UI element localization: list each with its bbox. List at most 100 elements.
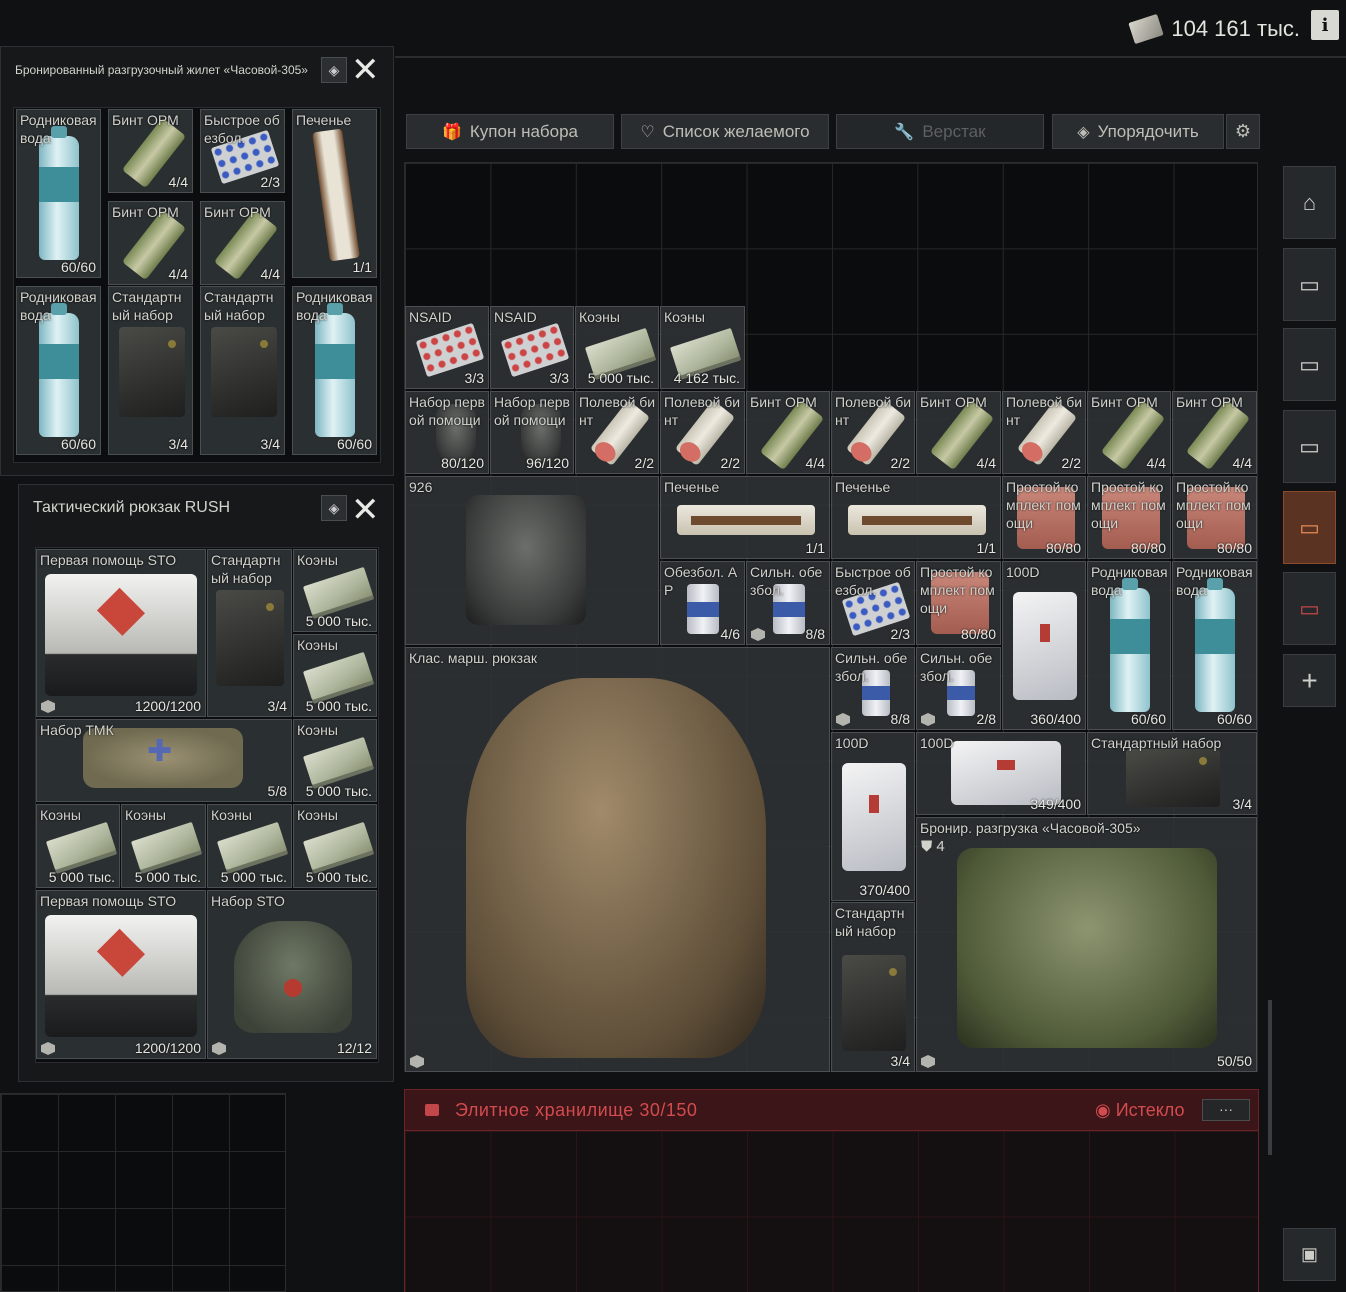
close-icon[interactable]: ✕ [351,53,380,87]
rush-item[interactable]: Первая помощь STO 1200/1200 [36,890,206,1059]
wishlist-button[interactable]: ♡ Список желаемого [621,114,829,149]
item-count: 1200/1200 [134,1040,201,1056]
chest-rig-icon [466,495,586,625]
rig-item[interactable]: Бинт ОРМ 4/4 [108,109,193,193]
rig-item[interactable]: Бинт ОРМ 4/4 [200,201,285,285]
stash-item[interactable]: Полевой бинт 2/2 [575,391,659,474]
rig-item[interactable]: Стандартный набор 3/4 [200,286,285,455]
rush-item[interactable]: Набор ТМК 5/8 [36,719,292,802]
item-name: Полевой бинт [664,394,741,428]
stash-tab-active-icon[interactable]: ▭ [1283,491,1336,564]
item-name: Бинт ОРМ [750,394,817,410]
elite-storage-header[interactable]: Элитное хранилище 30/150 ◉ Истекло ··· [404,1089,1259,1131]
stash-item[interactable]: Сильн. обезбол. 8/8 [831,647,915,730]
info-button[interactable]: i [1311,10,1339,40]
safe-icon[interactable]: ▣ [1283,1228,1336,1281]
stash-item[interactable]: Бинт ОРМ 4/4 [746,391,830,474]
stash-item[interactable]: Бронир. разгрузка «Часовой-305» ⛊ 4 50/50 [916,817,1257,1072]
stash-item[interactable]: Бинт ОРМ 4/4 [1172,391,1257,474]
sort-settings-gear-icon[interactable]: ⚙ [1226,114,1260,149]
stash-item[interactable]: 100D 370/400 [831,732,915,901]
rig-item[interactable]: Быстрое обезбол. 2/3 [200,109,285,193]
stash-item[interactable]: Коэны 4 162 тыс. [660,306,745,389]
add-tab-button[interactable]: + [1283,654,1336,707]
stash-item[interactable]: Полевой бинт 2/2 [831,391,915,474]
stash-scrollbar[interactable] [1268,1000,1272,1155]
stash-item[interactable]: Бинт ОРМ 4/4 [1087,391,1171,474]
stash-item[interactable]: Клас. марш. рюкзак [405,647,830,1072]
stash-item[interactable]: 926 [405,476,659,645]
standard-kit-icon [119,327,185,417]
stash-item[interactable]: Родниковая вода 60/60 [1087,561,1171,730]
item-count: 8/8 [805,626,825,642]
stash-item[interactable]: Простой комплект помощи 80/80 [1087,476,1171,559]
rush-item[interactable]: Коэны 5 000 тыс. [293,719,377,802]
coupon-button[interactable]: 🎁 Купон набора [406,114,614,149]
layers-icon: ◈ [1077,123,1090,141]
item-count: 2/2 [890,455,910,471]
coupon-label: Купон набора [469,121,579,141]
rush-item[interactable]: Коэны 5 000 тыс. [293,804,377,888]
item-count: 2/3 [890,626,910,642]
elite-storage-grid[interactable] [404,1131,1259,1292]
rush-item[interactable]: Коэны 5 000 тыс. [207,804,292,888]
stash-item[interactable]: Простой комплект помощи 80/80 [1172,476,1257,559]
stash-item[interactable]: Сильн. обезбол. 2/8 [916,647,1001,730]
equipment-grid[interactable] [0,1093,286,1292]
item-count: 3/4 [267,698,287,714]
home-icon[interactable]: ⌂ [1283,166,1336,239]
stash-item[interactable]: Бинт ОРМ 4/4 [916,391,1001,474]
item-name: Бинт ОРМ [112,204,179,220]
stash-item[interactable]: Стандартный набор 3/4 [1087,732,1257,815]
rig-item[interactable]: Печенье 1/1 [292,109,377,278]
stash-item[interactable]: NSAID 3/3 [490,306,574,389]
stash-item[interactable]: 100D 349/400 [916,732,1086,815]
stash-item[interactable]: Обезбол. АР 4/6 [660,561,745,645]
stash-item[interactable]: Коэны 5 000 тыс. [575,306,659,389]
stash-item[interactable]: Простой комплект помощи 80/80 [916,561,1001,645]
rig-item[interactable]: Стандартный набор 3/4 [108,286,193,455]
stash-item[interactable]: 100D 360/400 [1002,561,1086,730]
item-name: Коэны [211,807,252,823]
rig-item[interactable]: Бинт ОРМ 4/4 [108,201,193,285]
item-name: NSAID [409,309,452,325]
layers-icon[interactable]: ◈ [321,495,347,521]
rush-item[interactable]: Стандартный набор 3/4 [207,549,292,717]
stash-item[interactable]: Набор первой помощи 80/120 [405,391,489,474]
item-count: 60/60 [60,259,96,275]
elite-storage-more-button[interactable]: ··· [1202,1099,1250,1121]
rush-item[interactable]: Набор STO 12/12 [207,890,377,1059]
rig-item[interactable]: Родниковая вода 60/60 [16,286,101,455]
rig-item[interactable]: Родниковая вода 60/60 [292,286,377,455]
stash-tab-1-icon[interactable]: ▭ [1283,248,1336,321]
medical-pack-icon [1013,592,1077,700]
stash-tab-3-icon[interactable]: ▭ [1283,410,1336,483]
sort-button[interactable]: ◈ Упорядочить [1052,114,1224,149]
stash-item[interactable]: Полевой бинт 2/2 [660,391,745,474]
workbench-button[interactable]: 🔧 Верстак [836,114,1044,149]
rush-item[interactable]: Коэны 5 000 тыс. [293,549,377,632]
stash-item[interactable]: Печенье 1/1 [831,476,1001,559]
stash-item[interactable]: NSAID 3/3 [405,306,489,389]
cash-icon [302,736,374,786]
rush-item[interactable]: Коэны 5 000 тыс. [121,804,206,888]
stash-item[interactable]: Печенье 1/1 [660,476,830,559]
standard-kit-icon [216,590,284,686]
stash-item[interactable]: Быстрое обезбол. 2/3 [831,561,915,645]
stash-item[interactable]: Стандартный набор 3/4 [831,902,915,1072]
stash-item[interactable]: Набор первой помощи 96/120 [490,391,574,474]
rush-item[interactable]: Коэны 5 000 тыс. [36,804,120,888]
layers-icon[interactable]: ◈ [321,57,347,83]
stash-item[interactable]: Сильн. обезбол. 8/8 [746,561,830,645]
stash-item[interactable]: Родниковая вода 60/60 [1172,561,1257,730]
elite-storage-tab-icon[interactable]: ▭ [1283,572,1336,645]
item-name: Коэны [297,807,338,823]
stash-tab-2-icon[interactable]: ▭ [1283,328,1336,401]
item-name: Простой комплект помощи [1091,479,1166,531]
rush-item[interactable]: Первая помощь STO 1200/1200 [36,549,206,717]
stash-item[interactable]: Полевой бинт 2/2 [1002,391,1086,474]
close-icon[interactable]: ✕ [351,493,380,527]
rush-item[interactable]: Коэны 5 000 тыс. [293,634,377,717]
stash-item[interactable]: Простой комплект помощи 80/80 [1002,476,1086,559]
rig-item[interactable]: Родниковая вода 60/60 [16,109,101,278]
